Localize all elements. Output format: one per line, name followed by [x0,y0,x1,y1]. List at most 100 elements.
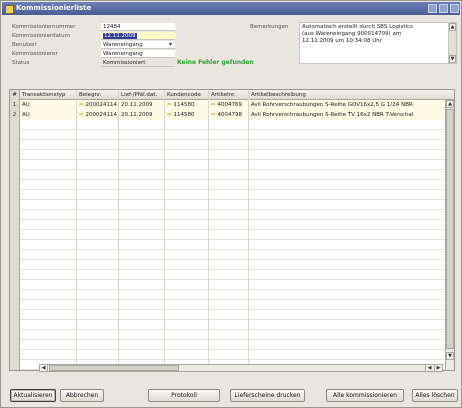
scroll-down-icon[interactable]: ▼ [446,352,454,360]
cell-document-number[interactable] [77,130,119,140]
cell-item-description[interactable] [249,240,447,250]
cell-delivery-date[interactable] [119,250,165,260]
cell-customer-code[interactable] [165,170,209,180]
cell-transaction-type[interactable] [20,290,77,300]
table-row[interactable] [10,190,446,200]
cell-item-description[interactable] [249,260,447,270]
table-row[interactable] [10,250,446,260]
table-row[interactable] [10,210,446,220]
column-header-customer-code[interactable]: Kundencode [165,90,209,100]
table-row[interactable]: 1 AU ⇨ 200024114 20.11.2009 ⇨ 114580 ⇨ 400476… [10,100,447,110]
table-row[interactable] [10,330,446,340]
cell-item-description[interactable] [249,220,447,230]
cell-document-number[interactable] [77,290,119,300]
scroll-left-icon[interactable]: ◀ [40,365,48,371]
row-number[interactable] [10,340,20,350]
cell-item-number[interactable] [209,200,249,210]
table-row[interactable] [10,290,446,300]
cell-document-number[interactable] [77,330,119,340]
table-vertical-scrollbar[interactable]: ▲ ▼ [445,100,454,370]
cell-document-number[interactable] [77,240,119,250]
pick-all-button[interactable]: Alle kommissionieren [326,389,404,402]
print-delivery-notes-button[interactable]: Lieferscheine drucken [230,389,305,402]
cell-customer-code[interactable] [165,290,209,300]
maximize-icon[interactable] [439,4,448,13]
cell-item-description[interactable] [249,170,447,180]
log-button[interactable]: Protokoll [148,389,220,402]
cell-item-number[interactable] [209,270,249,280]
cell-customer-code[interactable]: ⇨ 114580 [165,100,209,110]
cell-transaction-type[interactable] [20,200,77,210]
cell-transaction-type[interactable] [20,180,77,190]
scroll-right-icon[interactable]: ▶ [434,365,442,371]
cell-transaction-type[interactable] [20,270,77,280]
cell-customer-code[interactable] [165,130,209,140]
cell-transaction-type[interactable] [20,190,77,200]
cell-transaction-type[interactable] [20,160,77,170]
cell-item-number[interactable] [209,120,249,130]
cell-document-number[interactable] [77,320,119,330]
cell-customer-code[interactable] [165,210,209,220]
row-number[interactable] [10,240,20,250]
row-number[interactable] [10,220,20,230]
picker-field[interactable]: Wareneingang [101,50,175,58]
cell-delivery-date[interactable] [119,140,165,150]
row-number[interactable] [10,230,20,240]
cell-item-number[interactable] [209,300,249,310]
cell-document-number[interactable] [77,140,119,150]
cell-customer-code[interactable] [165,240,209,250]
cell-item-number[interactable] [209,210,249,220]
row-number[interactable] [10,250,20,260]
cell-document-number[interactable] [77,200,119,210]
table-row[interactable] [10,160,446,170]
table-row[interactable] [10,200,446,210]
cell-customer-code[interactable] [165,190,209,200]
row-number[interactable] [10,140,20,150]
cell-item-number[interactable] [209,290,249,300]
cell-delivery-date[interactable] [119,120,165,130]
cell-document-number[interactable] [77,190,119,200]
cell-item-number[interactable] [209,260,249,270]
cell-item-description[interactable] [249,250,447,260]
table-row[interactable] [10,340,446,350]
cell-item-number[interactable] [209,160,249,170]
cell-document-number[interactable] [77,160,119,170]
cell-delivery-date[interactable] [119,340,165,350]
row-number[interactable] [10,350,20,360]
cell-item-number[interactable]: ⇨ 4004769 [209,100,249,110]
table-row[interactable] [10,140,446,150]
user-dropdown[interactable]: Wareneingang [101,41,175,49]
remarks-textarea[interactable]: Automatisch erstellt durch SBS Logistics… [299,22,457,64]
column-header-document-number[interactable]: Belegnr. [77,90,119,100]
row-number[interactable] [10,300,20,310]
scroll-up-icon[interactable]: ▲ [449,23,456,31]
cell-delivery-date[interactable]: 20.11.2009 [119,100,165,110]
cell-item-description[interactable] [249,270,447,280]
cell-item-description[interactable] [249,300,447,310]
cell-item-description[interactable] [249,330,447,340]
cell-item-number[interactable] [209,170,249,180]
table-row[interactable] [10,300,446,310]
cell-item-description[interactable] [249,340,447,350]
cell-delivery-date[interactable] [119,290,165,300]
row-number[interactable] [10,210,20,220]
cell-customer-code[interactable] [165,320,209,330]
cell-transaction-type[interactable] [20,230,77,240]
cell-item-number[interactable] [209,330,249,340]
cell-delivery-date[interactable] [119,180,165,190]
row-number[interactable] [10,150,20,160]
cell-document-number[interactable] [77,280,119,290]
remarks-scrollbar[interactable]: ▲ ▼ [448,23,456,63]
cell-delivery-date[interactable] [119,150,165,160]
cell-item-description[interactable] [249,310,447,320]
cell-delivery-date[interactable] [119,190,165,200]
row-number[interactable] [10,160,20,170]
cell-item-description[interactable] [249,350,447,360]
scroll-thumb[interactable] [49,365,179,371]
cell-item-description[interactable]: Avil Rohrverschraubungen S-Reihe TV 16x2… [249,110,447,120]
cell-delivery-date[interactable] [119,170,165,180]
cell-customer-code[interactable] [165,160,209,170]
cell-document-number[interactable] [77,250,119,260]
table-row[interactable] [10,240,446,250]
row-number[interactable] [10,200,20,210]
